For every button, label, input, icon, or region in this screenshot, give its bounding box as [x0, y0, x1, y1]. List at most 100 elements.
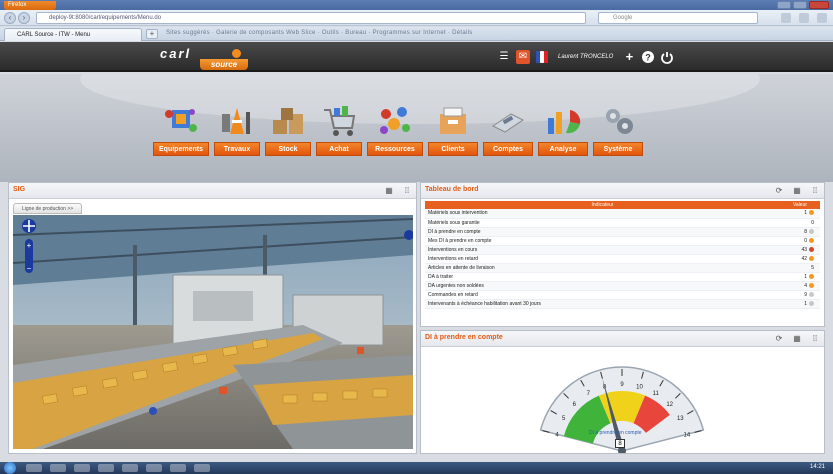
taskbar-item[interactable] [74, 464, 90, 472]
di-gauge-title: DI à prendre en compte [425, 334, 503, 341]
module-travaux[interactable]: Travaux [214, 104, 260, 156]
taskbar-item[interactable] [98, 464, 114, 472]
kpi-label[interactable]: DI à prendre en compte [425, 227, 780, 237]
minimize-button[interactable] [777, 1, 791, 9]
taskbar-item[interactable] [170, 464, 186, 472]
gauge-tick-label: 12 [666, 402, 673, 408]
grid-view-icon[interactable]: ▦ [384, 186, 394, 196]
kpi-row[interactable]: Commandes en retard 9 [425, 290, 820, 300]
status-indicator-icon [809, 210, 814, 216]
module-clients[interactable]: Clients [428, 104, 478, 156]
kpi-row[interactable]: Matériels sous intervention 1 [425, 209, 820, 219]
configure-icon[interactable]: ⁞⁞ [810, 334, 820, 344]
new-tab-button[interactable]: + [146, 29, 158, 39]
kpi-value: 1 [780, 299, 820, 309]
kpi-value: 8 [780, 227, 820, 237]
kpi-row[interactable]: Matériels sous garantie 0 [425, 218, 820, 228]
kpi-row[interactable]: DA à traiter 1 [425, 272, 820, 282]
module-systeme[interactable]: Système [593, 104, 643, 156]
status-indicator-icon [809, 291, 814, 297]
address-bar[interactable]: deploy-9t:8080/carl/equipements/Menu.do [36, 12, 586, 24]
sig-tab-production-line[interactable]: Ligne de production >> [13, 203, 83, 214]
back-arrow-icon[interactable]: ‹ [4, 12, 16, 24]
sig-panel: SIG ▦ ⁞⁞ Ligne de production >> + − [8, 182, 417, 454]
production-line-image[interactable]: + − [13, 215, 413, 449]
module-analyse[interactable]: Analyse [538, 104, 588, 156]
kpi-row[interactable]: Interventions en cours 43 [425, 245, 820, 255]
chat-icon[interactable]: ✉ [516, 50, 530, 64]
firefox-menu-button[interactable]: Firefox [4, 1, 56, 10]
taskbar-item[interactable] [146, 464, 162, 472]
browser-window: Firefox ‹ › deploy-9t:8080/carl/equipeme… [0, 0, 833, 474]
kpi-row[interactable]: Interventions en retard 42 [425, 254, 820, 264]
user-name[interactable]: Laurent TRONCELO [558, 54, 613, 60]
kpi-label[interactable]: DA urgentes non soldées [425, 281, 780, 291]
help-icon[interactable]: ? [641, 50, 655, 64]
forward-arrow-icon[interactable]: › [18, 12, 30, 24]
kpi-value: 0 [780, 236, 820, 246]
gauge-tick-label: 14 [684, 432, 691, 438]
configure-icon[interactable]: ⁞⁞ [402, 186, 412, 196]
di-gauge-panel: DI à prendre en compte ⟳ ▦ ⁞⁞ 4567891011… [420, 330, 825, 454]
refresh-icon[interactable]: ⟳ [774, 186, 784, 196]
stock-icon [273, 108, 303, 134]
kpi-label[interactable]: Intervenants à échéance habilitation ava… [425, 299, 780, 309]
module-stock[interactable]: Stock [265, 104, 311, 156]
start-button[interactable] [4, 462, 16, 474]
status-indicator-icon [809, 246, 814, 252]
kpi-table: Indicateur Valeur Matériels sous interve… [425, 201, 820, 309]
kpi-row[interactable]: DI à prendre en compte 8 [425, 227, 820, 237]
bookmark-icon[interactable] [817, 13, 827, 23]
kpi-label[interactable]: Interventions en retard [425, 254, 780, 264]
sig-title: SIG [13, 186, 26, 193]
carl-source-logo[interactable]: carl source [152, 45, 250, 71]
purchase-icon [324, 106, 356, 136]
kpi-label[interactable]: Commandes en retard [425, 290, 780, 300]
col-header-indicator[interactable]: Indicateur [425, 201, 780, 209]
kpi-row[interactable]: DA urgentes non soldées 4 [425, 281, 820, 291]
maximize-button[interactable] [793, 1, 807, 9]
taskbar-item[interactable] [50, 464, 66, 472]
module-ressources[interactable]: Ressources [367, 104, 423, 156]
module-equipements[interactable]: Equipements [153, 104, 209, 156]
bookmarks-bar[interactable]: Sites suggérés · Galerie de composants W… [166, 30, 473, 36]
map-navigation-control[interactable]: + − [21, 217, 37, 277]
home-icon[interactable] [799, 13, 809, 23]
kpi-value: 1 [780, 272, 820, 282]
module-achat[interactable]: Achat [316, 104, 362, 156]
taskbar-item[interactable] [194, 464, 210, 472]
kpi-label[interactable]: Interventions en cours [425, 245, 780, 255]
status-indicator-icon [809, 255, 814, 261]
clients-icon [440, 107, 466, 134]
power-icon[interactable] [660, 50, 674, 64]
module-comptes[interactable]: Comptes [483, 104, 533, 156]
module-menu: Equipements Travaux Stock Achat Ressourc… [153, 104, 643, 156]
grid-view-icon[interactable]: ▦ [792, 186, 802, 196]
browser-tab[interactable]: CARL Source - ITW - Menu [4, 28, 142, 41]
kpi-row[interactable]: Mes DI à prendre en compte 0 [425, 236, 820, 246]
kpi-label[interactable]: Matériels sous garantie [425, 218, 780, 228]
kpi-label[interactable]: Mes DI à prendre en compte [425, 236, 780, 246]
kpi-label[interactable]: Matériels sous intervention [425, 209, 780, 219]
taskbar-item[interactable] [122, 464, 138, 472]
kpi-row[interactable]: Intervenants à échéance habilitation ava… [425, 299, 820, 309]
grid-view-icon[interactable]: ▦ [792, 334, 802, 344]
flag-icon[interactable] [535, 50, 549, 64]
close-window-button[interactable] [809, 1, 829, 9]
navigation-bar: ‹ › deploy-9t:8080/carl/equipements/Menu… [0, 10, 833, 26]
taskbar-item[interactable] [26, 464, 42, 472]
add-icon[interactable]: + [622, 50, 636, 64]
gauge-value-box: 8 [615, 439, 625, 448]
col-header-value[interactable]: Valeur [780, 201, 820, 209]
gauge-tick-label: 10 [636, 384, 643, 390]
kpi-row[interactable]: Articles en attente de livraison 5 [425, 263, 820, 273]
sig-panel-header: SIG ▦ ⁞⁞ [9, 183, 416, 199]
kpi-label[interactable]: Articles en attente de livraison [425, 263, 780, 273]
search-icon[interactable] [781, 13, 791, 23]
menu-icon[interactable]: ☰ [497, 50, 511, 64]
search-input[interactable]: Google [598, 12, 758, 24]
configure-icon[interactable]: ⁞⁞ [810, 186, 820, 196]
refresh-icon[interactable]: ⟳ [774, 334, 784, 344]
kpi-label[interactable]: DA à traiter [425, 272, 780, 282]
kpi-value: 5 [780, 263, 820, 273]
